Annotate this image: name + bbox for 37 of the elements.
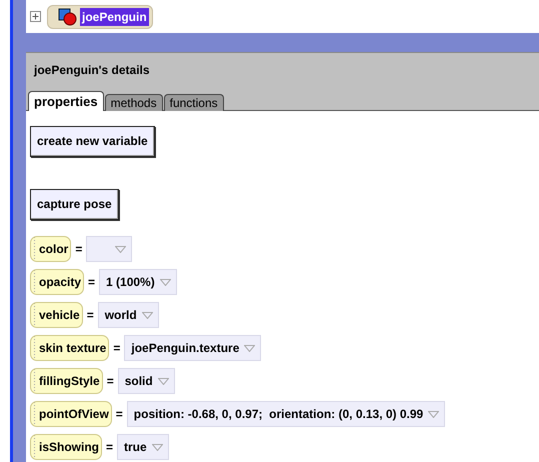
- object-tile[interactable]: joePenguin: [47, 4, 153, 28]
- value-dropdown[interactable]: joePenguin.texture: [124, 335, 262, 361]
- tab[interactable]: functions: [164, 94, 224, 111]
- equals-sign: =: [86, 308, 94, 322]
- equals-sign: =: [106, 440, 114, 454]
- dropdown-arrow-icon: [244, 344, 256, 352]
- dropdown-arrow-icon: [142, 312, 153, 318]
- value-dropdown[interactable]: world: [98, 302, 159, 328]
- details-title: joePenguin's details: [32, 63, 151, 79]
- equals-sign: =: [106, 374, 114, 388]
- property-name[interactable]: color: [30, 236, 72, 262]
- property-name[interactable]: skin texture: [30, 335, 110, 361]
- property-name[interactable]: pointOfView: [30, 401, 112, 427]
- expand-icon[interactable]: [30, 11, 41, 22]
- equals-sign: =: [113, 341, 120, 355]
- value-dropdown[interactable]: position: -0.68, 0, 0.97; orientation: (0, 0.13, 0) 0.99: [126, 401, 446, 427]
- tab[interactable]: methods: [104, 94, 163, 111]
- dropdown-arrow-icon: [428, 410, 440, 418]
- property-name[interactable]: isShowing: [30, 434, 102, 460]
- object-icon: [58, 8, 78, 26]
- action-button[interactable]: create new variable: [30, 126, 155, 157]
- tab[interactable]: properties: [28, 91, 104, 111]
- action-button[interactable]: capture pose: [30, 189, 119, 220]
- value-dropdown[interactable]: solid: [118, 368, 175, 394]
- dropdown-arrow-icon: [160, 278, 171, 286]
- property-name[interactable]: fillingStyle: [30, 368, 103, 394]
- equals-sign: =: [116, 407, 123, 421]
- equals-sign: =: [88, 275, 96, 289]
- property-name[interactable]: vehicle: [30, 302, 83, 328]
- property-name[interactable]: opacity: [30, 269, 84, 295]
- object-name: joePenguin: [80, 8, 149, 26]
- value-dropdown[interactable]: true: [117, 434, 169, 460]
- value-dropdown[interactable]: 1 (100%): [99, 269, 177, 295]
- equals-sign: =: [75, 242, 82, 256]
- dropdown-arrow-icon: [158, 378, 169, 384]
- dropdown-arrow-icon: [152, 444, 163, 450]
- dropdown-arrow-icon: [115, 246, 126, 252]
